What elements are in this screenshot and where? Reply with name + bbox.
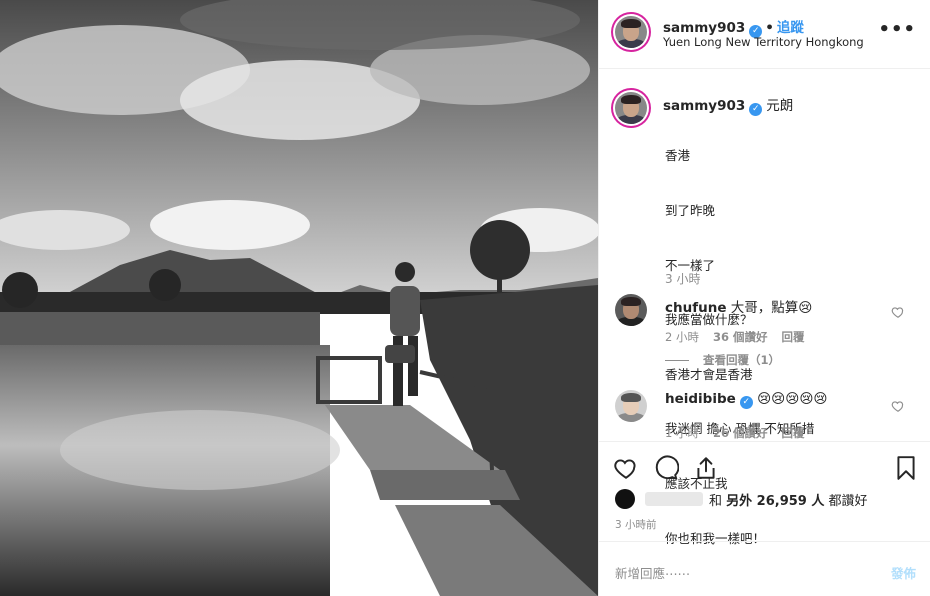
view-replies-button[interactable]: 查看回覆（1） xyxy=(665,352,780,368)
likes-and: 和 xyxy=(709,493,723,509)
post-location[interactable]: Yuen Long New Territory Hongkong xyxy=(663,35,864,49)
likes-others[interactable]: 另外 26,959 人 xyxy=(726,490,824,509)
likes-liked: 都讚好 xyxy=(828,493,868,509)
comment-text-row: heidibibe ✓ 😢😢😢😢😢 xyxy=(665,391,827,409)
reply-button[interactable]: 回覆 xyxy=(782,426,805,440)
caption-line: 你也和我一樣吧！ xyxy=(665,530,766,546)
caption-line: 香港才會是香港 xyxy=(665,366,753,382)
comment-text-row: chufune 大哥，點算😢 xyxy=(665,296,812,316)
post-photo[interactable] xyxy=(0,0,598,596)
post-sidebar: sammy903 ✓ • 追蹤 Yuen Long New Territory Hon… xyxy=(598,0,930,596)
likes-summary[interactable]: 和 另外 26,959 人 都讚好 xyxy=(615,489,868,509)
verified-icon: ✓ xyxy=(739,396,753,409)
comment-text: 😢😢😢😢😢 xyxy=(757,391,828,407)
share-icon[interactable] xyxy=(693,455,719,481)
comment-time[interactable]: 2 小時 xyxy=(665,330,699,344)
caption-line: 到了昨晚 xyxy=(665,203,716,219)
follow-button[interactable]: 追蹤 xyxy=(777,20,804,36)
comment-time[interactable]: 1 小時 xyxy=(665,426,699,440)
comment-meta: 2 小時 36 個讚好 回覆 xyxy=(665,329,819,345)
liker-avatar[interactable] xyxy=(615,489,635,509)
comment-icon[interactable] xyxy=(653,455,680,481)
comment-likes[interactable]: 36 個讚好 xyxy=(713,330,768,344)
author-username[interactable]: sammy903 xyxy=(663,20,745,36)
caption-time[interactable]: 3 小時 xyxy=(665,270,700,287)
reply-button[interactable]: 回覆 xyxy=(782,330,805,344)
header-divider xyxy=(599,68,930,69)
action-bar xyxy=(613,455,919,481)
commenter-avatar[interactable] xyxy=(615,294,647,326)
like-comment-icon[interactable] xyxy=(891,304,905,318)
caption-avatar[interactable] xyxy=(615,92,647,124)
more-options-icon[interactable]: ••• xyxy=(878,19,916,40)
like-comment-icon[interactable] xyxy=(891,398,905,412)
author-avatar[interactable] xyxy=(615,16,647,48)
caption-text: 香港 到了昨晚 不一樣了 我應當做什麼？ 香港才會是香港 我迷惘 擔心 恐懼 不… xyxy=(665,111,814,584)
comment-likes[interactable]: 26 個讚好 xyxy=(713,426,768,440)
comment-box-divider xyxy=(599,541,930,542)
post-timestamp[interactable]: 3 小時前 xyxy=(615,517,657,532)
actions-divider xyxy=(599,441,930,442)
commenter-avatar[interactable] xyxy=(615,390,647,422)
comment-username[interactable]: chufune xyxy=(665,300,726,316)
liker-name-blurred xyxy=(645,492,703,506)
comment-text: 大哥，點算😢 xyxy=(730,300,813,316)
comment-meta: 1 小時 26 個讚好 回覆 xyxy=(665,425,819,441)
save-bookmark-icon[interactable] xyxy=(893,455,919,481)
like-icon[interactable] xyxy=(613,455,639,481)
separator-dot: • xyxy=(765,20,774,36)
view-replies-label: 查看回覆（1） xyxy=(703,353,781,367)
caption-line: 香港 xyxy=(665,148,691,164)
add-comment-input[interactable]: 新增回應⋯⋯ xyxy=(615,563,690,582)
comment-username[interactable]: heidibibe xyxy=(665,391,736,407)
post-comment-button[interactable]: 發佈 xyxy=(891,563,916,582)
replies-line xyxy=(665,360,689,361)
